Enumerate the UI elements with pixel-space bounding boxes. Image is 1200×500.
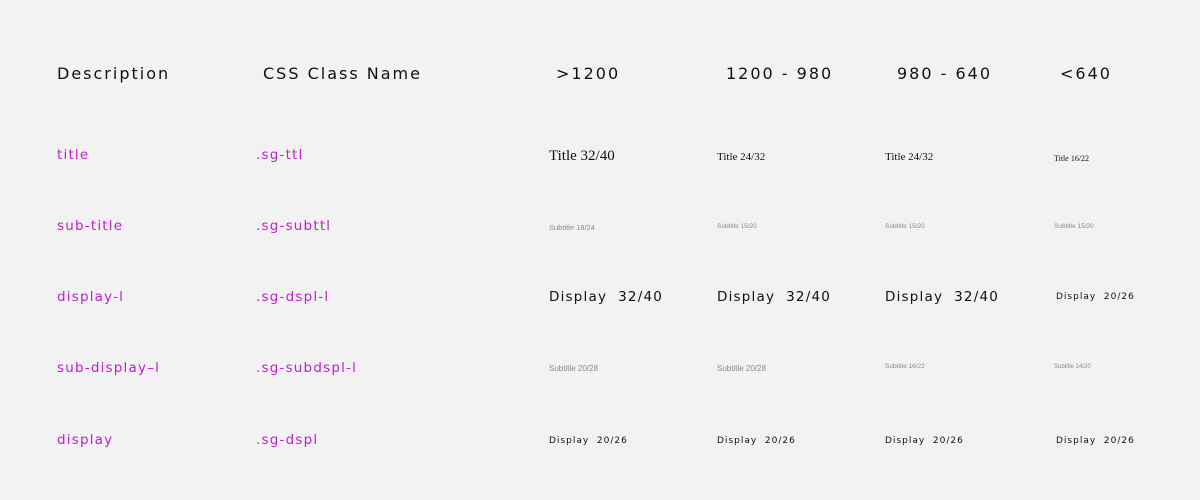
- row-title-sample-xl: Title 32/40: [549, 148, 615, 164]
- row-display-l-css-class: .sg-dspl-l: [256, 289, 330, 305]
- row-subdisplay-l-sample-xl: Subtitle 20/28: [549, 364, 598, 373]
- header-css-class: CSS Class Name: [263, 64, 422, 83]
- row-display-l-sample-sm: Display 20/26: [1056, 292, 1135, 302]
- row-title-sample-sm: Title 16/22: [1054, 154, 1090, 163]
- row-title-css-class: .sg-ttl: [256, 147, 304, 163]
- row-subtitle-sample-lg: Subtitle 15/20: [717, 223, 757, 230]
- row-display-l-sample-md: Display 32/40: [885, 289, 1000, 305]
- row-subdisplay-l-description: sub-display–l: [57, 360, 161, 376]
- row-subdisplay-l-sample-md: Subtitle 16/22: [885, 363, 925, 370]
- row-display-sample-sm: Display 20/26: [1056, 436, 1135, 446]
- row-title-description: title: [57, 147, 90, 163]
- row-display-l-sample-xl: Display 32/40: [549, 289, 664, 305]
- header-breakpoint-md: 980 - 640: [897, 64, 993, 83]
- row-subtitle-description: sub-title: [57, 218, 124, 234]
- row-subdisplay-l-sample-lg: Subtitle 20/28: [717, 364, 766, 373]
- row-title-sample-lg: Title 24/32: [717, 151, 766, 163]
- row-subtitle-sample-xl: Subtitle 18/24: [549, 223, 595, 232]
- row-display-sample-md: Display 20/26: [885, 436, 964, 446]
- row-display-description: display: [57, 432, 114, 448]
- row-display-l-description: display-l: [57, 289, 125, 305]
- row-subtitle-sample-sm: Subtitle 15/20: [1054, 223, 1094, 230]
- row-title-sample-md: Title 24/32: [885, 151, 934, 163]
- row-subdisplay-l-css-class: .sg-subdspl-l: [256, 360, 358, 376]
- header-breakpoint-lg: 1200 - 980: [726, 64, 834, 83]
- row-subtitle-sample-md: Subtitle 15/20: [885, 223, 925, 230]
- row-display-sample-xl: Display 20/26: [549, 436, 628, 446]
- header-breakpoint-sm: <640: [1060, 64, 1112, 83]
- row-display-sample-lg: Display 20/26: [717, 436, 796, 446]
- row-subtitle-css-class: .sg-subttl: [256, 218, 332, 234]
- header-description: Description: [57, 64, 171, 83]
- header-breakpoint-xl: >1200: [556, 64, 621, 83]
- row-display-css-class: .sg-dspl: [256, 432, 319, 448]
- row-subdisplay-l-sample-sm: Subtitle 14/20: [1054, 364, 1091, 370]
- row-display-l-sample-lg: Display 32/40: [717, 289, 832, 305]
